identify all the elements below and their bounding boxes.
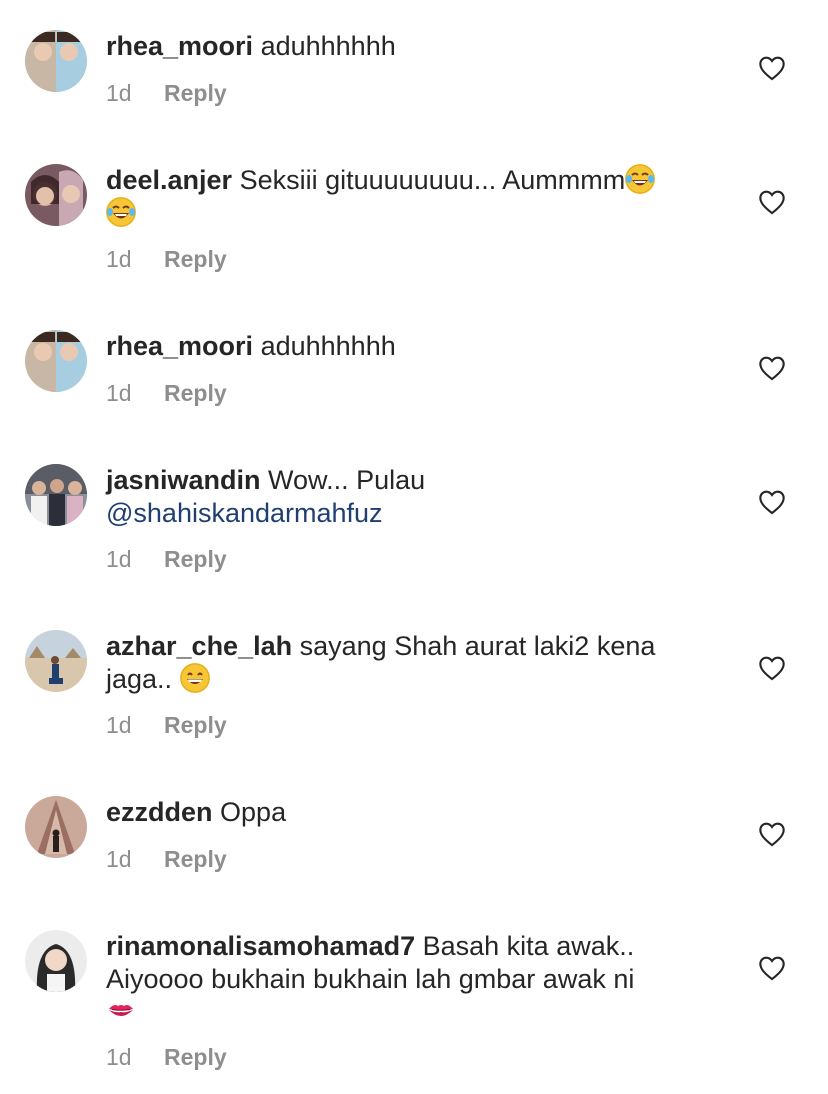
reply-button[interactable]: Reply bbox=[164, 846, 227, 872]
comment-body: rhea_moori aduhhhhhh bbox=[106, 30, 706, 63]
reply-button[interactable]: Reply bbox=[164, 546, 227, 572]
mention-link[interactable]: @shahiskandarmahfuz bbox=[106, 498, 383, 528]
comment-username[interactable]: rinamonalisamohamad7 bbox=[106, 931, 415, 961]
face-with-tears-of-joy-emoji bbox=[625, 164, 656, 194]
comment-time: 1d bbox=[106, 846, 132, 872]
comment-username[interactable]: azhar_che_lah bbox=[106, 631, 292, 661]
avatar[interactable] bbox=[25, 330, 87, 392]
comment-time: 1d bbox=[106, 1044, 132, 1070]
comment-username[interactable]: rhea_moori bbox=[106, 331, 253, 361]
comment-username[interactable]: ezzdden bbox=[106, 797, 213, 827]
comment-meta: 1d Reply bbox=[106, 380, 227, 407]
reply-button[interactable]: Reply bbox=[164, 246, 227, 272]
comment-text: Seksiii gituuuuuuuu... Aummmm bbox=[239, 165, 626, 195]
avatar[interactable] bbox=[25, 630, 87, 692]
comment-body: jasniwandin Wow... Pulau @shahiskandarma… bbox=[106, 464, 706, 530]
comment-time: 1d bbox=[106, 546, 132, 572]
avatar[interactable] bbox=[25, 796, 87, 858]
comment-text: aduhhhhhh bbox=[260, 31, 396, 61]
comment-time: 1d bbox=[106, 712, 132, 738]
avatar[interactable] bbox=[25, 930, 87, 992]
avatar[interactable] bbox=[25, 30, 87, 92]
comment-meta: 1d Reply bbox=[106, 546, 227, 573]
grinning-face-emoji bbox=[179, 663, 210, 693]
avatar[interactable] bbox=[25, 464, 87, 526]
comment-username[interactable]: rhea_moori bbox=[106, 31, 253, 61]
comment-meta: 1d Reply bbox=[106, 846, 227, 873]
heart-icon[interactable] bbox=[758, 189, 786, 215]
comment-meta: 1d Reply bbox=[106, 246, 227, 273]
comment-body: ezzdden Oppa bbox=[106, 796, 706, 829]
comment-username[interactable]: jasniwandin bbox=[106, 465, 261, 495]
heart-icon[interactable] bbox=[758, 955, 786, 981]
reply-button[interactable]: Reply bbox=[164, 712, 227, 738]
comment-time: 1d bbox=[106, 246, 132, 272]
comment-text: aduhhhhhh bbox=[260, 331, 396, 361]
comment-username[interactable]: deel.anjer bbox=[106, 165, 232, 195]
comment-meta: 1d Reply bbox=[106, 80, 227, 107]
comment-text: Oppa bbox=[220, 797, 287, 827]
comment-text: Wow... Pulau bbox=[268, 465, 426, 495]
comment-body: azhar_che_lah sayang Shah aurat laki2 ke… bbox=[106, 630, 706, 696]
heart-icon[interactable] bbox=[758, 655, 786, 681]
reply-button[interactable]: Reply bbox=[164, 380, 227, 406]
heart-icon[interactable] bbox=[758, 489, 786, 515]
comment-body: rinamonalisamohamad7 Basah kita awak.. A… bbox=[106, 930, 706, 1029]
comment-body: rhea_moori aduhhhhhh bbox=[106, 330, 706, 363]
heart-icon[interactable] bbox=[758, 821, 786, 847]
kiss-mark-emoji bbox=[106, 996, 136, 1026]
comment-body: deel.anjer Seksiii gituuuuuuuu... Aummmm bbox=[106, 164, 706, 230]
comment-time: 1d bbox=[106, 380, 132, 406]
reply-button[interactable]: Reply bbox=[164, 80, 227, 106]
comment-meta: 1d Reply bbox=[106, 712, 227, 739]
avatar[interactable] bbox=[25, 164, 87, 226]
heart-icon[interactable] bbox=[758, 55, 786, 81]
comment-meta: 1d Reply bbox=[106, 1044, 227, 1071]
heart-icon[interactable] bbox=[758, 355, 786, 381]
face-with-tears-of-joy-emoji bbox=[106, 197, 136, 227]
reply-button[interactable]: Reply bbox=[164, 1044, 227, 1070]
comment-time: 1d bbox=[106, 80, 132, 106]
